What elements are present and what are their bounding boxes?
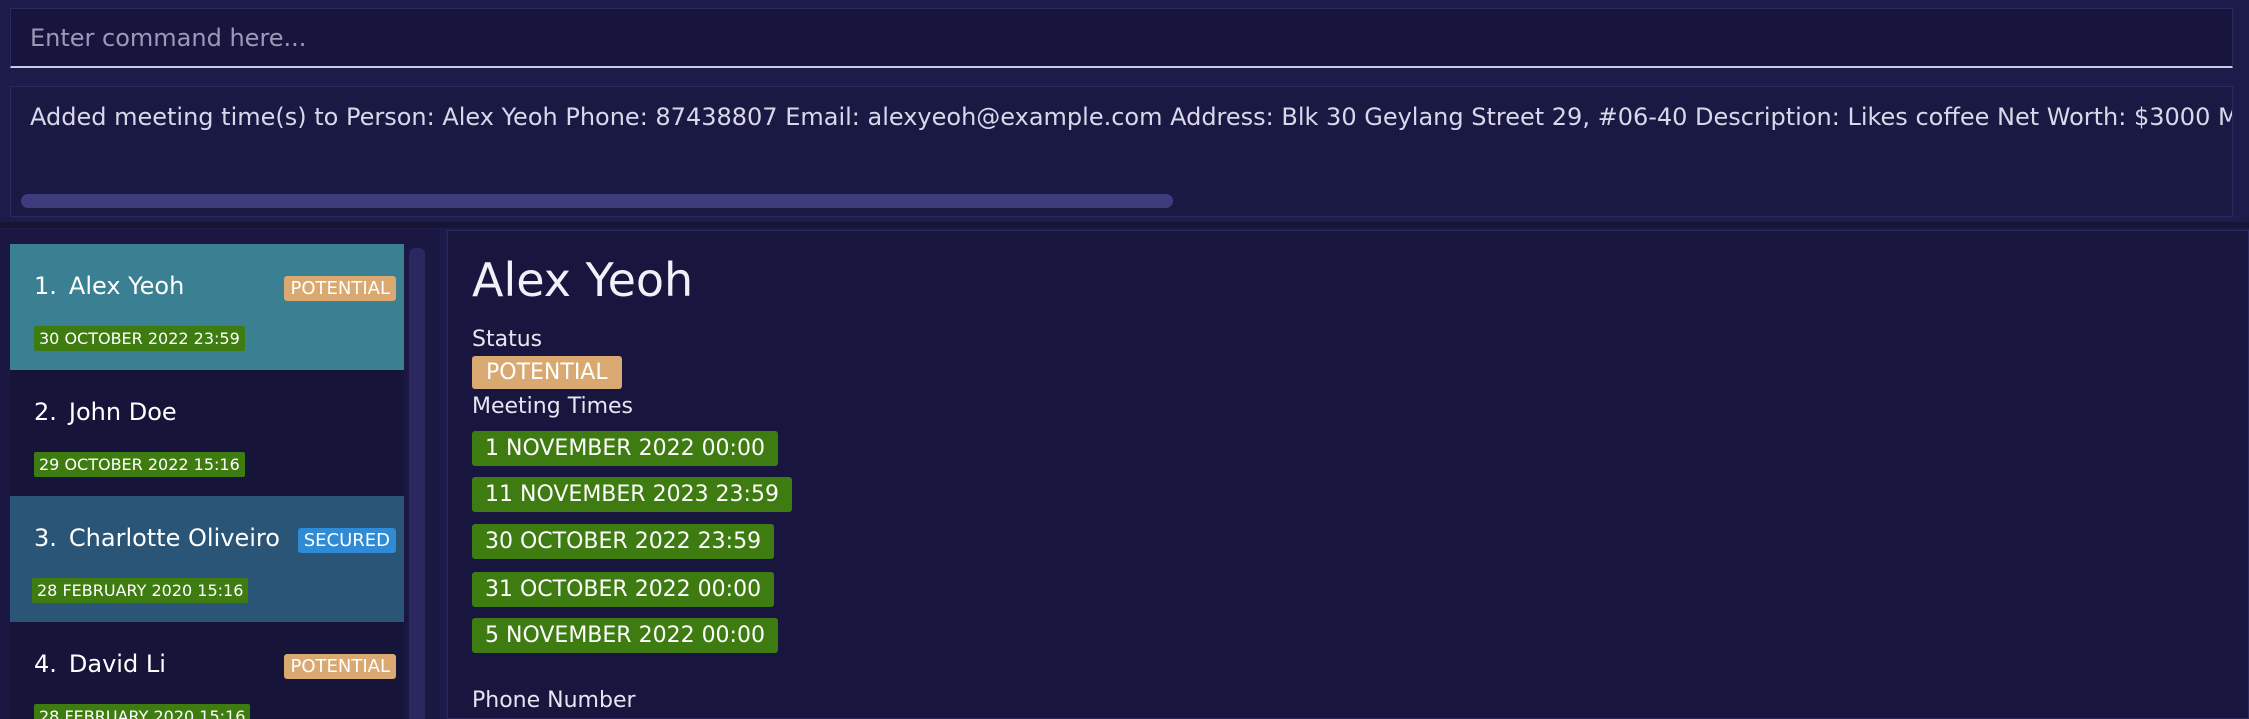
meeting-time-tag: 11 NOVEMBER 2023 23:59 (472, 477, 792, 512)
meeting-time-tag: 28 FEBRUARY 2020 15:16 (34, 704, 251, 719)
person-list-panel: 1. Alex Yeoh POTENTIAL 30 OCTOBER 2022 23… (0, 230, 440, 719)
detail-person-name: Alex Yeoh (472, 253, 694, 307)
person-card-name: 2. John Doe (34, 398, 177, 426)
person-list-scrollbar[interactable] (409, 248, 425, 719)
meeting-time-tag: 29 OCTOBER 2022 15:16 (34, 452, 245, 477)
status-label: Status (472, 327, 543, 352)
person-card-index: 1. (34, 272, 57, 300)
command-box (10, 8, 2233, 68)
result-scrollbar-thumb[interactable] (21, 194, 1173, 208)
meeting-time-tag: 31 OCTOBER 2022 00:00 (472, 572, 775, 607)
meeting-time-tag: 28 FEBRUARY 2020 15:16 (32, 578, 249, 603)
status-badge: POTENTIAL (284, 276, 396, 301)
person-card-david-li[interactable]: 4. David Li POTENTIAL 28 FEBRUARY 2020 15… (10, 622, 404, 719)
meeting-time-tag: 1 NOVEMBER 2022 00:00 (472, 431, 778, 466)
divider (0, 222, 2249, 228)
status-badge: SECURED (297, 528, 396, 553)
result-message: Added meeting time(s) to Person: Alex Ye… (30, 103, 2232, 131)
person-card-index: 3. (34, 524, 57, 552)
person-card-charlotte-oliveiro[interactable]: 3. Charlotte Oliveiro SECURED 28 FEBRUARY… (10, 496, 404, 622)
phone-number-label: Phone Number (472, 688, 636, 713)
person-card-name: 1. Alex Yeoh (34, 272, 185, 300)
result-scrollbar-track[interactable] (21, 194, 2221, 208)
app-window: Added meeting time(s) to Person: Alex Ye… (0, 0, 2249, 719)
meeting-time-tag: 30 OCTOBER 2022 23:59 (34, 326, 245, 351)
meeting-times-label: Meeting Times (472, 394, 633, 419)
status-badge: POTENTIAL (284, 654, 396, 679)
person-card-alex-yeoh[interactable]: 1. Alex Yeoh POTENTIAL 30 OCTOBER 2022 23… (10, 244, 404, 370)
person-card-index: 4. (34, 650, 57, 678)
meeting-time-tag: 5 NOVEMBER 2022 00:00 (472, 618, 778, 653)
meeting-time-tag: 30 OCTOBER 2022 23:59 (472, 524, 775, 559)
person-card-name: 4. David Li (34, 650, 166, 678)
person-card-index: 2. (34, 398, 57, 426)
person-detail-panel: Alex Yeoh Status POTENTIAL Meeting Times… (447, 230, 2249, 719)
person-card-john-doe[interactable]: 2. John Doe 29 OCTOBER 2022 15:16 (10, 370, 404, 496)
detail-status-badge: POTENTIAL (472, 356, 622, 389)
command-input[interactable] (11, 9, 2232, 66)
result-display: Added meeting time(s) to Person: Alex Ye… (10, 86, 2233, 217)
person-card-name: 3. Charlotte Oliveiro (34, 524, 280, 552)
